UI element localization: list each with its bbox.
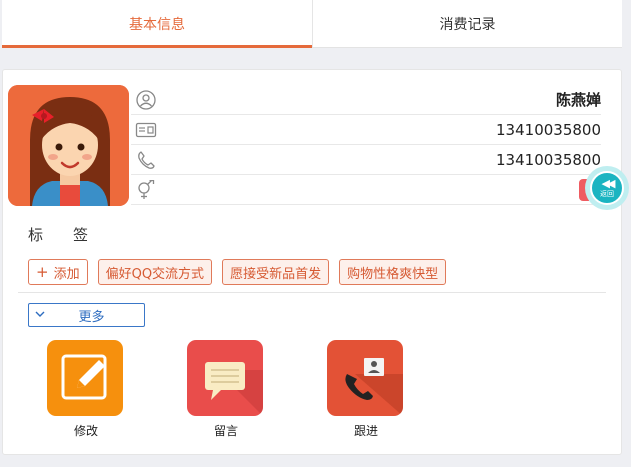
edit-pencil-icon <box>47 340 123 416</box>
phone-row: 13410035800 <box>131 115 601 145</box>
message-action-button[interactable]: 留言 <box>187 340 265 439</box>
mobile-row: 13410035800 <box>131 145 601 175</box>
message-bubble-icon <box>187 340 263 416</box>
back-button-label: 返回 <box>600 189 614 198</box>
message-action-label: 留言 <box>213 424 238 438</box>
tag-list: + 添加 偏好QQ交流方式 愿接受新品首发 购物性格爽快型 <box>28 259 447 285</box>
tab-consumption-records[interactable]: 消费记录 <box>312 0 622 47</box>
profile-card: 陈燕婵 13410035800 13410035800 标 签 + 添加 偏好Q… <box>2 69 622 455</box>
name-row: 陈燕婵 <box>131 85 601 115</box>
plus-icon: + <box>36 263 49 281</box>
tag-item[interactable]: 购物性格爽快型 <box>339 259 447 285</box>
person-outline-icon <box>136 90 156 110</box>
phone-contact-icon <box>327 340 403 416</box>
gender-row <box>131 175 601 205</box>
tag-item[interactable]: 偏好QQ交流方式 <box>97 259 213 285</box>
follow-up-action-button[interactable]: 跟进 <box>327 340 405 439</box>
more-button[interactable]: 更多 <box>28 303 145 327</box>
more-button-label: 更多 <box>78 309 105 325</box>
chevron-down-icon <box>35 311 45 317</box>
avatar <box>8 85 129 206</box>
girl-avatar-icon <box>8 85 129 206</box>
gender-icon <box>138 180 155 199</box>
follow-up-action-label: 跟进 <box>353 424 378 438</box>
tags-heading: 标 签 <box>28 226 89 244</box>
edit-action-button[interactable]: 修改 <box>47 340 125 439</box>
add-tag-label: 添加 <box>53 266 80 282</box>
phone-handset-icon <box>138 151 155 169</box>
tab-basic-info[interactable]: 基本信息 <box>2 0 312 48</box>
id-card-icon <box>135 122 157 138</box>
edit-action-label: 修改 <box>73 424 98 438</box>
back-button-inner: ◀◀ 返回 <box>590 171 624 205</box>
divider <box>18 292 606 293</box>
tag-item[interactable]: 愿接受新品首发 <box>222 259 330 285</box>
customer-name: 陈燕婵 <box>555 91 601 109</box>
tab-bar: 基本信息 消费记录 <box>2 0 622 48</box>
double-chevron-left-icon: ◀◀ <box>601 176 616 190</box>
mobile-number: 13410035800 <box>496 150 601 169</box>
phone-number: 13410035800 <box>496 120 601 139</box>
back-button[interactable]: ◀◀ 返回 <box>585 166 629 210</box>
add-tag-button[interactable]: + 添加 <box>28 259 88 285</box>
